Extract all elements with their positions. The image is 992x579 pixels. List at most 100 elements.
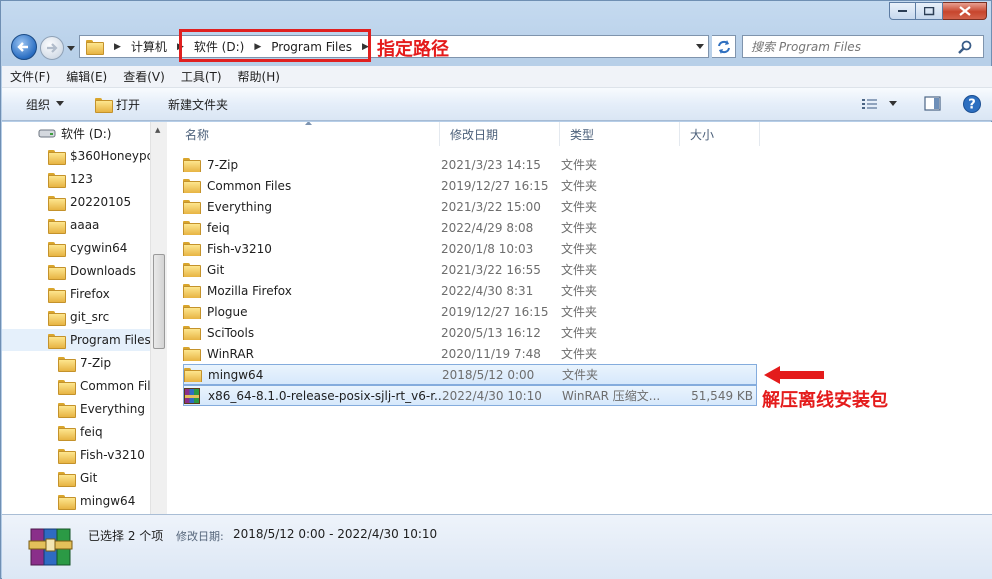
chevron-down-icon <box>56 101 65 106</box>
column-header-name[interactable]: 名称 <box>175 122 440 146</box>
nav-item-label: $360Honeypc <box>70 149 150 163</box>
file-date: 2021/3/22 16:55 <box>441 262 541 277</box>
forward-button[interactable] <box>40 36 64 60</box>
file-row[interactable]: Common Files 2019/12/27 16:15 文件夹 <box>183 175 757 196</box>
address-history-dropdown[interactable] <box>693 35 707 58</box>
column-header-date[interactable]: 修改日期 <box>440 122 560 146</box>
file-name: WinRAR <box>207 346 254 361</box>
menu-bar: 文件(F) 编辑(E) 查看(V) 工具(T) 帮助(H) <box>2 66 992 88</box>
chevron-down-icon <box>695 43 704 49</box>
file-type: WinRAR 压缩文... <box>562 389 661 403</box>
file-row[interactable]: mingw64 2018/5/12 0:00 文件夹 <box>183 364 757 385</box>
menu-tools[interactable]: 工具(T) <box>173 68 230 85</box>
nav-item[interactable]: Downloads <box>48 260 136 282</box>
file-name-cell: Plogue <box>183 305 441 319</box>
modified-date-range: 2018/5/12 0:00 - 2022/4/30 10:10 <box>233 527 438 541</box>
nav-item[interactable]: Firefox <box>48 283 110 305</box>
close-icon <box>958 6 971 16</box>
winrar-archive-icon <box>28 528 73 566</box>
organize-button[interactable]: 组织 <box>2 96 77 113</box>
arrow-left-annotation-icon <box>764 366 824 384</box>
minimize-button[interactable] <box>889 2 916 20</box>
open-button[interactable]: 打开 <box>77 96 152 113</box>
nav-subitem[interactable]: feiq <box>58 421 103 443</box>
file-row[interactable]: x86_64-8.1.0-release-posix-sjlj-rt_v6-r.… <box>183 385 757 406</box>
new-folder-button[interactable]: 新建文件夹 <box>152 96 240 113</box>
path-highlight-box <box>179 29 371 62</box>
nav-item-label: cygwin64 <box>70 241 128 255</box>
file-row[interactable]: 7-Zip 2021/3/23 14:15 文件夹 <box>183 154 757 175</box>
menu-help[interactable]: 帮助(H) <box>230 68 288 85</box>
nav-subitem[interactable]: mingw64 <box>58 490 135 512</box>
preview-pane-icon[interactable] <box>924 96 942 112</box>
breadcrumb-computer[interactable]: 计算机 <box>125 38 173 55</box>
nav-subitem[interactable]: Common Fil <box>58 375 150 397</box>
file-name-cell: Common Files <box>183 179 441 193</box>
maximize-button[interactable] <box>916 2 943 20</box>
file-row[interactable]: Everything 2021/3/22 15:00 文件夹 <box>183 196 757 217</box>
file-row[interactable]: SciTools 2020/5/13 16:12 文件夹 <box>183 322 757 343</box>
nav-subitem[interactable]: Git <box>58 467 97 489</box>
nav-subitem[interactable]: Everything <box>58 398 145 420</box>
folder-icon <box>183 200 201 214</box>
nav-item[interactable]: aaaa <box>48 214 99 236</box>
file-name: 7-Zip <box>207 157 239 172</box>
nav-drive-d[interactable]: 软件 (D:) <box>38 122 111 144</box>
search-icon[interactable] <box>958 40 972 54</box>
search-box[interactable] <box>742 35 984 58</box>
column-name-label: 名称 <box>185 127 210 142</box>
nav-item[interactable]: 123 <box>48 168 93 190</box>
pane-splitter[interactable] <box>167 122 175 514</box>
nav-item-label: git_src <box>70 310 110 324</box>
file-name: Everything <box>207 199 272 214</box>
column-header-size[interactable]: 大小 <box>680 122 760 146</box>
nav-subitem[interactable]: Fish-v3210 <box>58 444 145 466</box>
nav-scrollbar[interactable]: ▲ <box>150 122 167 514</box>
nav-scroll-thumb[interactable] <box>153 254 165 349</box>
file-row[interactable]: Git 2021/3/22 16:55 文件夹 <box>183 259 757 280</box>
nav-item[interactable]: $360Honeypc <box>48 145 150 167</box>
refresh-button[interactable] <box>712 35 736 58</box>
nav-subitem[interactable]: 7-Zip <box>58 352 111 374</box>
file-name: Mozilla Firefox <box>207 283 292 298</box>
nav-item-label: Everything <box>80 402 145 416</box>
file-row[interactable]: WinRAR 2020/11/19 7:48 文件夹 <box>183 343 757 364</box>
new-folder-label: 新建文件夹 <box>168 97 229 112</box>
menu-edit[interactable]: 编辑(E) <box>58 68 115 85</box>
file-type: 文件夹 <box>561 242 598 256</box>
file-row[interactable]: Plogue 2019/12/27 16:15 文件夹 <box>183 301 757 322</box>
folder-icon <box>183 263 201 277</box>
file-row[interactable]: feiq 2022/4/29 8:08 文件夹 <box>183 217 757 238</box>
selection-count: 已选择 2 个项 <box>88 529 164 543</box>
file-name: Plogue <box>207 304 248 319</box>
nav-item[interactable]: git_src <box>48 306 109 328</box>
nav-item-label: mingw64 <box>80 494 136 508</box>
help-icon[interactable]: ? <box>962 94 982 114</box>
file-size: 51,549 KB <box>691 388 753 403</box>
search-input[interactable] <box>743 39 958 54</box>
scroll-up-icon[interactable]: ▲ <box>155 126 160 134</box>
back-button[interactable] <box>11 34 37 60</box>
modified-date-label: 修改日期: <box>176 530 224 543</box>
nav-item-label: feiq <box>80 425 103 439</box>
file-type: 文件夹 <box>562 368 599 382</box>
menu-file[interactable]: 文件(F) <box>2 68 58 85</box>
file-date: 2022/4/29 8:08 <box>441 220 534 235</box>
file-type: 文件夹 <box>561 263 598 277</box>
file-row[interactable]: Fish-v3210 2020/1/8 10:03 文件夹 <box>183 238 757 259</box>
view-controls: ? <box>861 94 982 114</box>
file-name-cell: mingw64 <box>184 368 442 382</box>
nav-item[interactable]: 20220105 <box>48 191 131 213</box>
file-date: 2020/11/19 7:48 <box>441 346 541 361</box>
file-row[interactable]: Mozilla Firefox 2022/4/30 8:31 文件夹 <box>183 280 757 301</box>
menu-view[interactable]: 查看(V) <box>115 68 173 85</box>
extract-annotation: 解压离线安装包 <box>762 390 888 411</box>
file-name: SciTools <box>207 325 255 340</box>
nav-item-program-files[interactable]: Program Files <box>2 329 150 351</box>
nav-item[interactable]: cygwin64 <box>48 237 127 259</box>
chevron-right-icon[interactable]: ▶ <box>110 42 125 52</box>
column-header-type[interactable]: 类型 <box>560 122 680 146</box>
close-button[interactable] <box>943 2 987 20</box>
recent-pages-button[interactable] <box>67 41 76 55</box>
view-options-button[interactable] <box>861 97 898 111</box>
